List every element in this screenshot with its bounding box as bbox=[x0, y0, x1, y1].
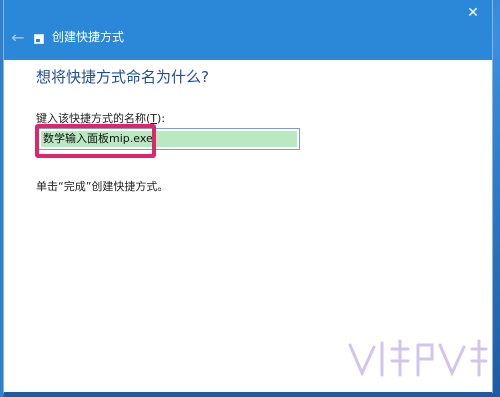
page-heading: 想将快捷方式命名为什么? bbox=[36, 68, 209, 86]
shortcut-name-label-text: 键入该快捷方式的名称( bbox=[36, 112, 151, 125]
title-bar: ← 创建快捷方式 ✕ bbox=[4, 0, 492, 60]
close-icon[interactable]: ✕ bbox=[464, 4, 482, 22]
shortcut-app-icon bbox=[34, 34, 44, 44]
watermark-graphic bbox=[348, 339, 488, 377]
shortcut-name-label-end: ): bbox=[157, 112, 166, 125]
taskbar-edge bbox=[4, 392, 492, 397]
shortcut-name-value: 数学输入面板mip.exe bbox=[43, 132, 153, 145]
shortcut-name-label: 键入该快捷方式的名称(T): bbox=[36, 112, 165, 125]
window-title: 创建快捷方式 bbox=[52, 30, 125, 44]
create-shortcut-dialog: ← 创建快捷方式 ✕ 想将快捷方式命名为什么? 键入该快捷方式的名称(T): 数… bbox=[4, 0, 492, 392]
finish-hint-text: 单击“完成”创建快捷方式。 bbox=[36, 180, 169, 193]
shortcut-name-input[interactable]: 数学输入面板mip.exe bbox=[38, 128, 300, 150]
back-arrow-icon[interactable]: ← bbox=[8, 28, 28, 48]
